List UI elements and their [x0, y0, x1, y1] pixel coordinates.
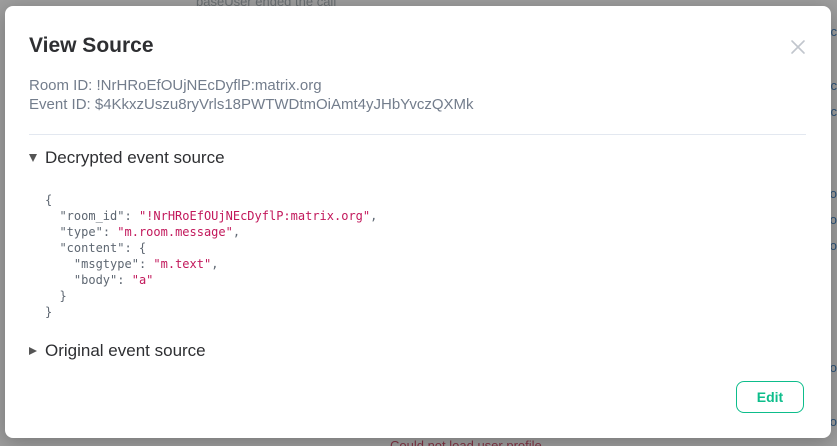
json-key: "room_id"	[59, 209, 125, 223]
json-key: "body"	[73, 273, 118, 287]
divider	[29, 134, 806, 135]
original-source-label: Original event source	[45, 341, 206, 360]
decrypted-source-json: { "room_id": "!NrHRoEfOUjNEcDyflP:matrix…	[45, 193, 378, 319]
edit-button[interactable]: Edit	[736, 381, 804, 413]
json-value: "m.text"	[153, 257, 212, 271]
room-id-line: Room ID: !NrHRoEfOUjNEcDyflP:matrix.org	[29, 77, 322, 94]
view-source-dialog: View Source Room ID: !NrHRoEfOUjNEcDyflP…	[5, 6, 831, 438]
json-value: "!NrHRoEfOUjNEcDyflP:matrix.org"	[138, 209, 371, 223]
event-id-line: Event ID: $4KkxzUszu8ryVrls18PWTWDtmOiAm…	[29, 96, 474, 113]
collapsed-triangle-icon	[29, 347, 37, 355]
json-key: "type"	[59, 225, 103, 239]
decrypted-source-toggle[interactable]: Decrypted event source	[29, 148, 225, 168]
json-key: "msgtype"	[73, 257, 139, 271]
dialog-title: View Source	[29, 34, 154, 57]
json-value: "a"	[131, 273, 154, 287]
expanded-triangle-icon	[29, 154, 37, 162]
close-button[interactable]	[789, 38, 807, 56]
event-ids: Room ID: !NrHRoEfOUjNEcDyflP:matrix.org …	[29, 76, 474, 114]
decrypted-source-label: Decrypted event source	[45, 148, 225, 167]
json-key: "content"	[59, 241, 125, 255]
close-icon	[791, 40, 805, 54]
original-source-toggle[interactable]: Original event source	[29, 341, 206, 361]
json-value: "m.room.message"	[117, 225, 233, 239]
